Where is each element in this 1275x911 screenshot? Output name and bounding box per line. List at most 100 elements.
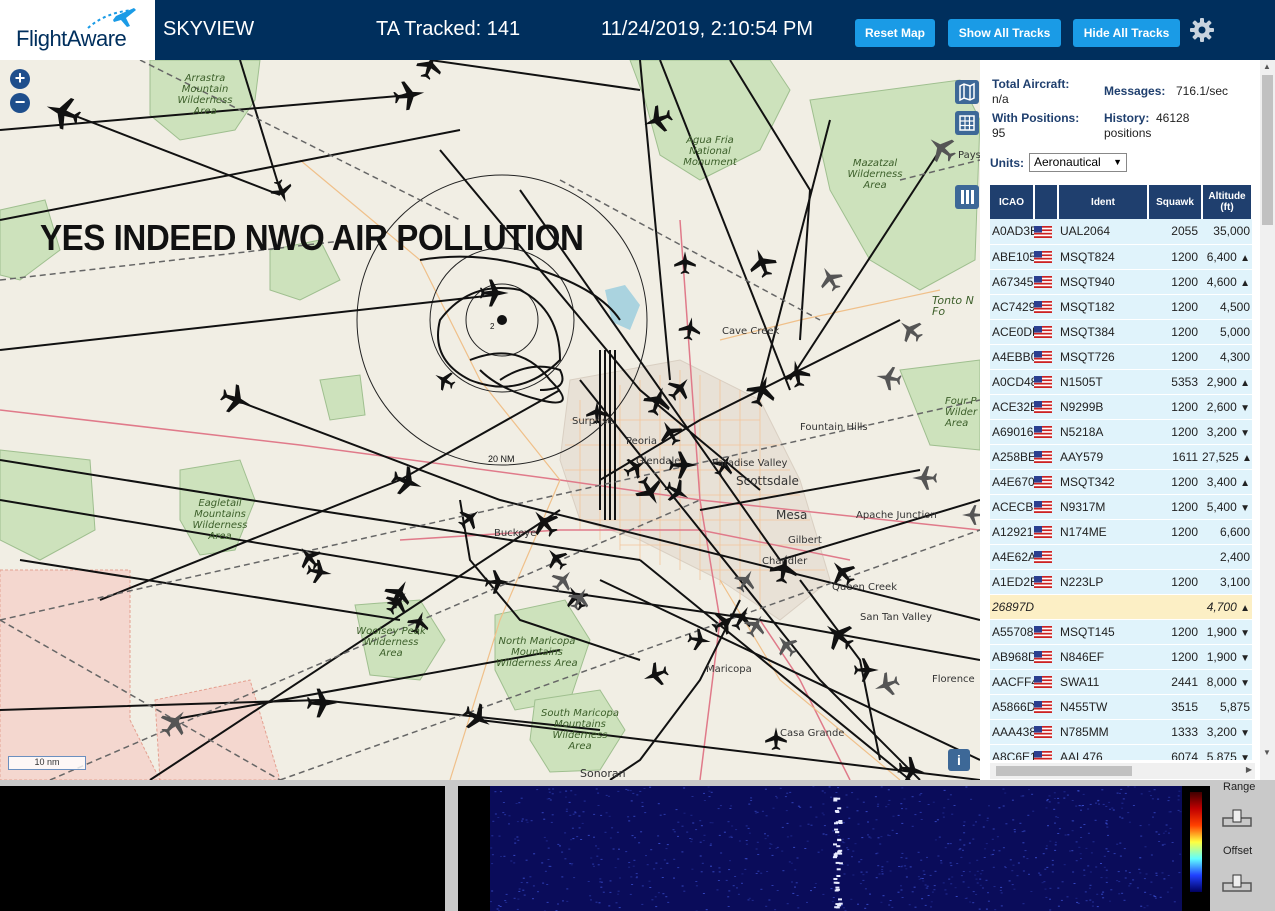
history-value: 46128 xyxy=(1156,111,1190,125)
panel-vertical-scrollbar[interactable]: ▲ ▼ xyxy=(1260,60,1275,780)
columns-icon xyxy=(961,190,974,204)
altitude-trend-icon: ▼ xyxy=(1240,502,1250,514)
waterfall-display xyxy=(490,786,1182,911)
show-all-tracks-button[interactable]: Show All Tracks xyxy=(948,19,1061,47)
altitude-value: 2,400 xyxy=(1219,549,1250,564)
aircraft-layer[interactable] xyxy=(0,60,980,780)
aircraft-row[interactable]: A69016 N5218A 1200 3,200 ▼ xyxy=(990,419,1252,445)
scroll-down-arrow[interactable]: ▼ xyxy=(1263,748,1271,757)
grid-toggle-button[interactable] xyxy=(955,111,979,135)
map-layers-button[interactable] xyxy=(955,80,979,104)
aircraft-row[interactable]: A4E62A 2,400 xyxy=(990,544,1252,570)
ident-cell: AAY579 xyxy=(1058,444,1148,470)
aircraft-row[interactable]: AAA438 N785MM 1333 3,200 ▼ xyxy=(990,719,1252,745)
map-view[interactable]: 2 20 NM Arrastra Mountain Wilderness Are… xyxy=(0,60,980,780)
city-label: Gilbert xyxy=(788,535,822,546)
aircraft-row[interactable]: A1ED2E N223LP 1200 3,100 xyxy=(990,569,1252,595)
us-flag-icon xyxy=(1034,351,1052,364)
offset-slider[interactable] xyxy=(1222,873,1252,893)
city-label: Pays xyxy=(958,150,980,161)
ident-cell: N846EF xyxy=(1058,644,1148,670)
squawk-cell: 1333 xyxy=(1148,719,1202,745)
column-header-flag[interactable] xyxy=(1034,185,1059,219)
messages-label: Messages: xyxy=(1104,84,1166,98)
aircraft-row[interactable]: 26897D 4,700 ▲ xyxy=(990,594,1252,620)
flag-cell xyxy=(1034,544,1058,570)
aircraft-row[interactable]: A258BE AAY579 1611 27,525 ▲ xyxy=(990,444,1252,470)
reset-map-button[interactable]: Reset Map xyxy=(855,19,935,47)
altitude-trend-icon: ▲ xyxy=(1240,277,1250,289)
squawk-cell xyxy=(1148,594,1202,620)
altitude-value: 5,000 xyxy=(1219,324,1250,339)
column-header-icao[interactable]: ICAO xyxy=(990,185,1035,219)
aircraft-row[interactable]: A12921 N174ME 1200 6,600 xyxy=(990,519,1252,545)
tracked-count: TA Tracked: 141 xyxy=(376,18,521,40)
aircraft-row[interactable]: A5866D N455TW 3515 5,875 xyxy=(990,694,1252,720)
column-header-ident[interactable]: Ident xyxy=(1058,185,1149,219)
altitude-value: 4,300 xyxy=(1219,349,1250,364)
altitude-cell: 2,900 ▲ xyxy=(1202,369,1252,395)
hide-all-tracks-button[interactable]: Hide All Tracks xyxy=(1073,19,1180,47)
altitude-value: 1,900 xyxy=(1206,624,1237,639)
scroll-right-arrow[interactable]: ▶ xyxy=(1246,765,1252,774)
squawk-cell: 1200 xyxy=(1148,569,1202,595)
aircraft-row[interactable]: A4E670 MSQT342 1200 3,400 ▲ xyxy=(990,469,1252,495)
icao-cell: A4E670 xyxy=(990,469,1034,495)
us-flag-icon xyxy=(1034,476,1052,489)
messages-value: 716.1/sec xyxy=(1176,84,1229,98)
label-south-maricopa: South Maricopa Mountains Wilderness Area xyxy=(541,708,619,752)
icao-cell: A69016 xyxy=(990,419,1034,445)
icao-cell: A0CD48 xyxy=(990,369,1034,395)
aircraft-row[interactable]: A0CD48 N1505T 5353 2,900 ▲ xyxy=(990,369,1252,395)
gear-icon[interactable] xyxy=(1189,17,1215,43)
icao-cell: A8C6E1 xyxy=(990,744,1034,760)
aircraft-row[interactable]: ABE105 MSQT824 1200 6,400 ▲ xyxy=(990,244,1252,270)
zoom-out-button[interactable]: − xyxy=(10,93,30,113)
aircraft-row[interactable]: ACE32E N9299B 1200 2,600 ▼ xyxy=(990,394,1252,420)
units-select[interactable]: Aeronautical ▼ xyxy=(1029,153,1127,172)
ident-cell: N5218A xyxy=(1058,419,1148,445)
range-slider[interactable] xyxy=(1222,808,1252,828)
aircraft-row[interactable]: A0AD3E UAL2064 2055 35,000 xyxy=(990,219,1252,245)
icao-cell: A5866D xyxy=(990,694,1034,720)
scrollbar-thumb[interactable] xyxy=(996,766,1132,776)
scrollbar-thumb[interactable] xyxy=(1262,75,1273,225)
aircraft-row[interactable]: A67345 MSQT940 1200 4,600 ▲ xyxy=(990,269,1252,295)
altitude-value: 2,600 xyxy=(1206,399,1237,414)
altitude-value: 5,400 xyxy=(1206,499,1237,514)
aircraft-row[interactable]: A55708 MSQT145 1200 1,900 ▼ xyxy=(990,619,1252,645)
flightaware-logo[interactable]: FlightAware xyxy=(0,0,155,60)
icao-cell: A258BE xyxy=(990,444,1034,470)
altitude-cell: 4,500 xyxy=(1202,294,1252,320)
aircraft-row[interactable]: A8C6E1 AAL476 6074 5,875 ▼ xyxy=(990,744,1252,760)
table-horizontal-scrollbar[interactable]: ▶ xyxy=(990,763,1255,779)
ident-cell: N1505T xyxy=(1058,369,1148,395)
column-header-altitude[interactable]: Altitude (ft) xyxy=(1202,185,1252,219)
flag-cell xyxy=(1034,444,1058,470)
flag-cell xyxy=(1034,319,1058,345)
aircraft-row[interactable]: ACE0DF MSQT3841200 5,000 xyxy=(990,319,1252,345)
aircraft-row[interactable]: AACFF4 SWA11 2441 8,000 ▼ xyxy=(990,669,1252,695)
aircraft-row[interactable]: AC7429 MSQT182 1200 4,500 xyxy=(990,294,1252,320)
aircraft-table-container[interactable]: ICAO Ident Squawk Altitude (ft) A0AD3E UA… xyxy=(990,185,1252,760)
altitude-value: 6,400 xyxy=(1206,249,1237,264)
ident-cell: SWA11 xyxy=(1058,669,1148,695)
columns-toggle-button[interactable] xyxy=(955,185,979,209)
flag-cell xyxy=(1034,269,1058,295)
ident-cell: N174ME xyxy=(1058,519,1148,545)
aircraft-row[interactable]: ACECB9N9317M12005,400 ▼ xyxy=(990,494,1252,520)
icao-cell: ACE32E xyxy=(990,394,1034,420)
squawk-cell: 1200 xyxy=(1148,519,1202,545)
altitude-trend-icon: ▼ xyxy=(1240,427,1250,439)
scroll-up-arrow[interactable]: ▲ xyxy=(1263,62,1271,71)
flag-cell xyxy=(1034,419,1058,445)
altitude-trend-icon: ▼ xyxy=(1240,402,1250,414)
column-header-squawk[interactable]: Squawk xyxy=(1148,185,1203,219)
flag-cell xyxy=(1034,469,1058,495)
us-flag-icon xyxy=(1034,326,1052,339)
aircraft-row[interactable]: A4EBB0 MSQT726 1200 4,300 xyxy=(990,344,1252,370)
info-button[interactable]: i xyxy=(948,749,970,771)
aircraft-row[interactable]: AB968D N846EF 1200 1,900 ▼ xyxy=(990,644,1252,670)
zoom-in-button[interactable]: + xyxy=(10,69,30,89)
altitude-trend-icon: ▲ xyxy=(1240,377,1250,389)
